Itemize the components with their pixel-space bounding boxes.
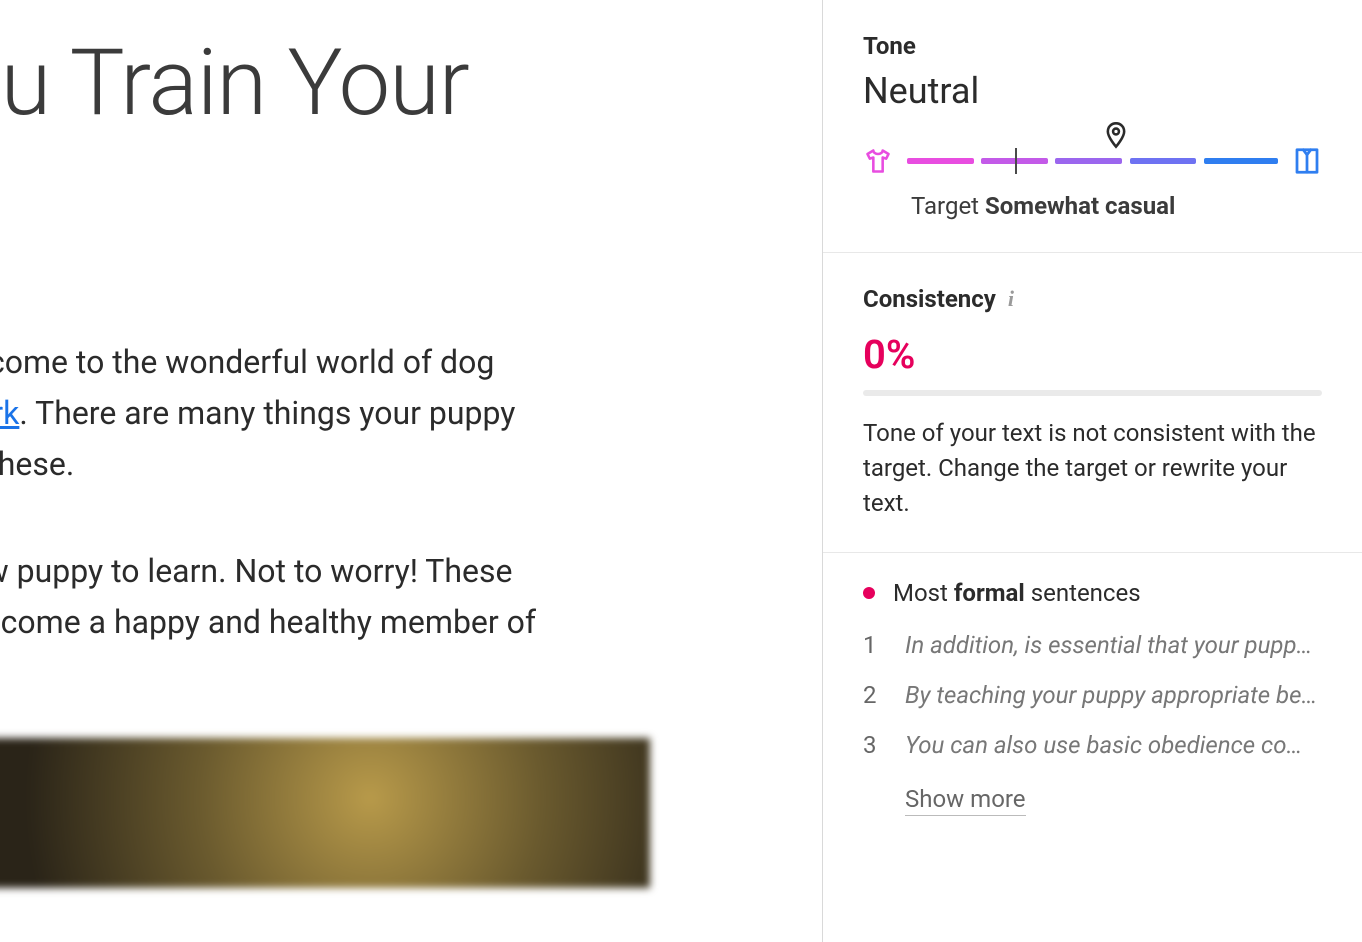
target-prefix: Target [911,192,985,220]
sentence-text: By teaching your puppy appropriate behav… [905,681,1322,709]
body-text: . There are many things your puppy [19,394,515,432]
dot-icon [863,587,875,599]
sentence-item[interactable]: 3 You can also use basic obedience comma… [863,731,1322,759]
sentence-list: 1 In addition, is essential that your pu… [863,631,1322,759]
pin-icon[interactable] [1102,121,1128,147]
document-editor[interactable]: ou Train Your /elcome to the wonderful w… [0,0,822,942]
sentence-number: 3 [863,731,883,759]
sentence-number: 1 [863,631,883,659]
tone-section: Tone Neutral [823,0,1362,253]
sentence-text: You can also use basic obedience command… [905,731,1322,759]
tshirt-icon [863,147,893,175]
header-suffix: sentences [1025,579,1141,607]
sentence-number: 2 [863,681,883,709]
body-text: /elcome to the wonderful world of dog [0,343,494,381]
tone-label: Tone [863,32,1322,60]
sidebar-panel: Tone Neutral [822,0,1362,942]
consistency-section: Consistency i 0% Tone of your text is no… [823,253,1362,553]
document-link[interactable]: work [0,394,19,432]
tone-slider[interactable] [863,146,1322,176]
document-image [0,738,650,888]
consistency-label: Consistency [863,285,996,313]
sentences-section: Most formal sentences 1 In addition, is … [823,553,1362,848]
tone-target: Target Somewhat casual [863,192,1322,220]
header-bold: formal [954,579,1025,607]
sentences-header: Most formal sentences [863,579,1322,607]
tone-value: Neutral [863,70,1322,112]
header-prefix: Most [893,579,954,607]
show-more-link[interactable]: Show more [905,785,1026,816]
info-icon[interactable]: i [1008,286,1014,312]
slider-track[interactable] [907,151,1278,171]
target-value: Somewhat casual [985,192,1175,220]
sentence-item[interactable]: 1 In addition, is essential that your pu… [863,631,1322,659]
body-text: of these. [0,445,74,483]
consistency-progress-bar [863,390,1322,396]
consistency-value: 0% [863,331,1322,378]
sentence-text: In addition, is essential that your pupp… [905,631,1322,659]
body-text: new puppy to learn. Not to worry! These [0,552,512,590]
sentence-item[interactable]: 2 By teaching your puppy appropriate beh… [863,681,1322,709]
consistency-description: Tone of your text is not consistent with… [863,416,1322,520]
current-tone-marker [1015,148,1017,174]
document-body: /elcome to the wonderful world of dog wo… [0,337,822,648]
dress-shirt-icon [1292,146,1322,176]
body-text: l become a happy and healthy member of [0,603,536,641]
document-title: ou Train Your [0,30,822,137]
